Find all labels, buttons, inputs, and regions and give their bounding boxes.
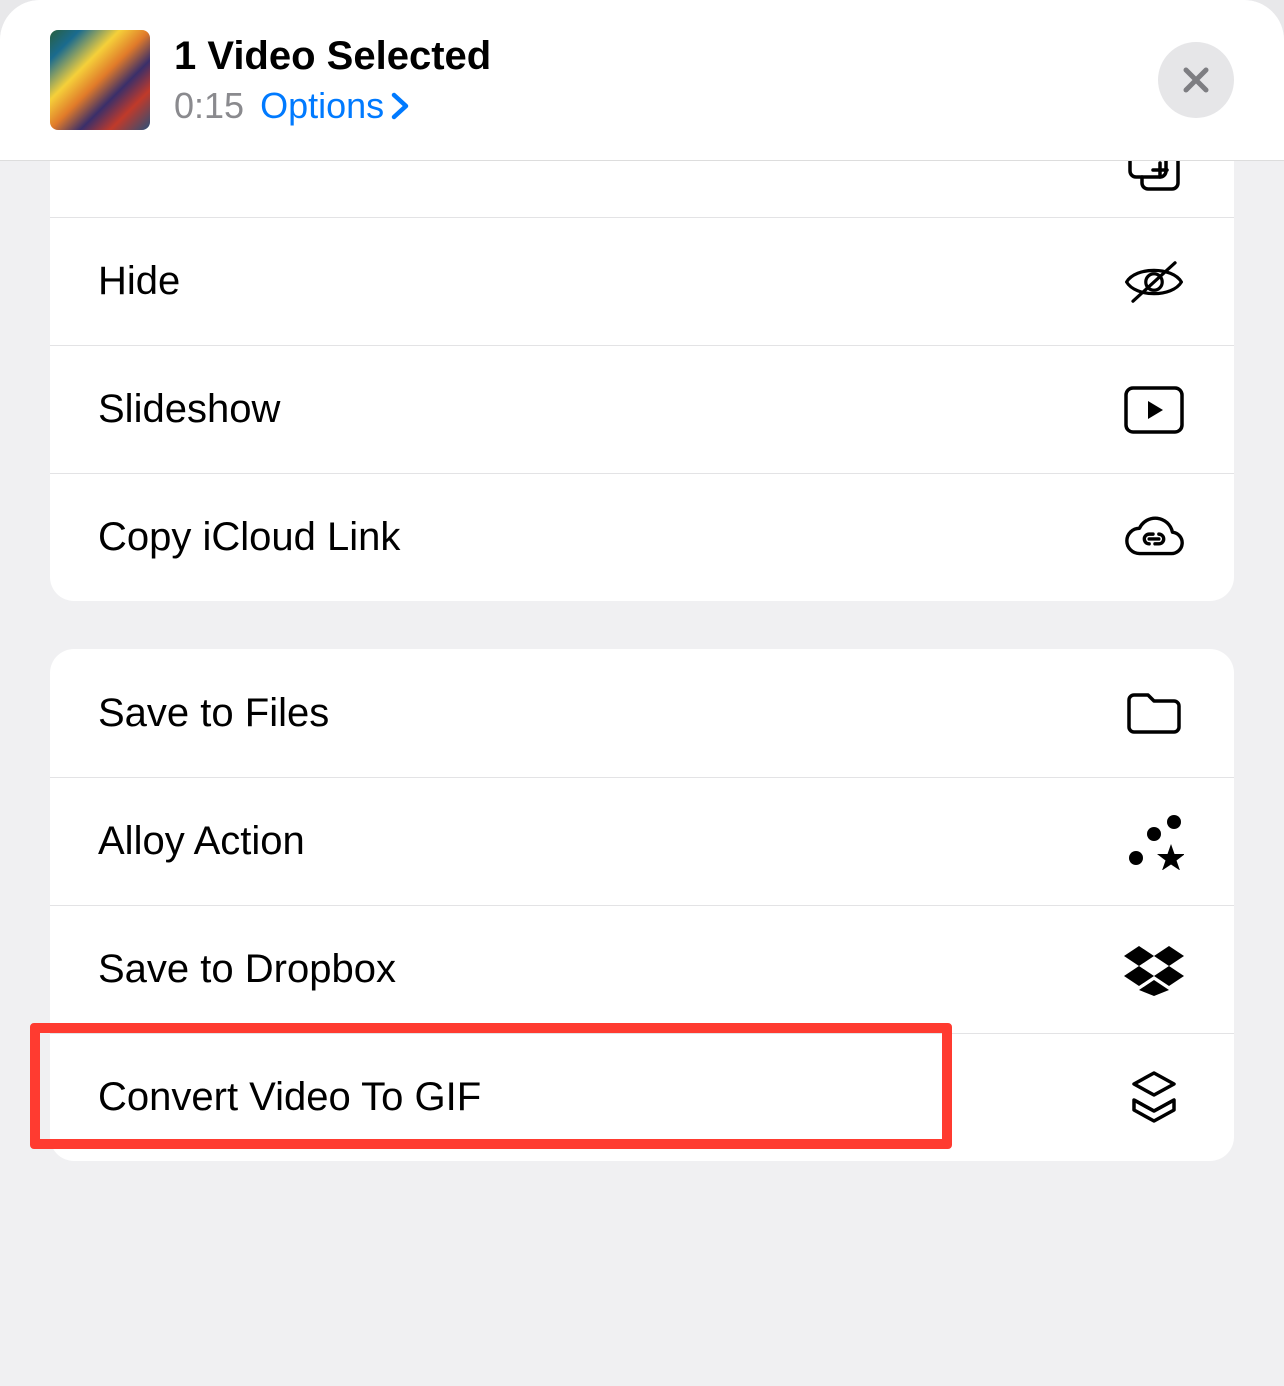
eye-slash-icon (1122, 250, 1186, 314)
header-text: 1 Video Selected 0:15 Options (174, 34, 1134, 127)
video-thumbnail (50, 30, 150, 130)
action-label: Convert Video To GIF (98, 1075, 481, 1120)
action-save-to-files[interactable]: Save to Files (50, 649, 1234, 777)
action-alloy-action[interactable]: Alloy Action (50, 777, 1234, 905)
action-label: Save to Files (98, 691, 329, 736)
options-button[interactable]: Options (260, 85, 410, 127)
action-label: Duplicate (98, 161, 265, 162)
action-copy-icloud-link[interactable]: Copy iCloud Link (50, 473, 1234, 601)
action-slideshow[interactable]: Slideshow (50, 345, 1234, 473)
close-button[interactable] (1158, 42, 1234, 118)
share-sheet-header: 1 Video Selected 0:15 Options (0, 0, 1284, 161)
action-group-1: Duplicate Hide (50, 161, 1234, 601)
action-group-2: Save to Files Alloy Action (50, 649, 1234, 1161)
action-duplicate[interactable]: Duplicate (50, 161, 1234, 217)
play-rectangle-icon (1122, 378, 1186, 442)
action-convert-video-to-gif[interactable]: Convert Video To GIF (50, 1033, 1234, 1161)
header-subtitle: 0:15 Options (174, 85, 1134, 127)
dropbox-icon (1122, 938, 1186, 1002)
action-save-to-dropbox[interactable]: Save to Dropbox (50, 905, 1234, 1033)
shortcut-icon (1122, 1066, 1186, 1130)
action-label: Hide (98, 259, 180, 304)
action-label: Save to Dropbox (98, 947, 396, 992)
action-hide[interactable]: Hide (50, 217, 1234, 345)
options-label: Options (260, 85, 384, 127)
close-icon (1180, 64, 1212, 96)
video-duration: 0:15 (174, 85, 244, 127)
action-label: Alloy Action (98, 819, 305, 864)
folder-icon (1122, 681, 1186, 745)
cloud-link-icon (1122, 506, 1186, 570)
chevron-right-icon (390, 91, 410, 121)
alloy-icon (1122, 810, 1186, 874)
header-title: 1 Video Selected (174, 34, 1134, 79)
action-label: Copy iCloud Link (98, 515, 400, 560)
duplicate-icon (1122, 161, 1186, 197)
action-label: Slideshow (98, 387, 280, 432)
